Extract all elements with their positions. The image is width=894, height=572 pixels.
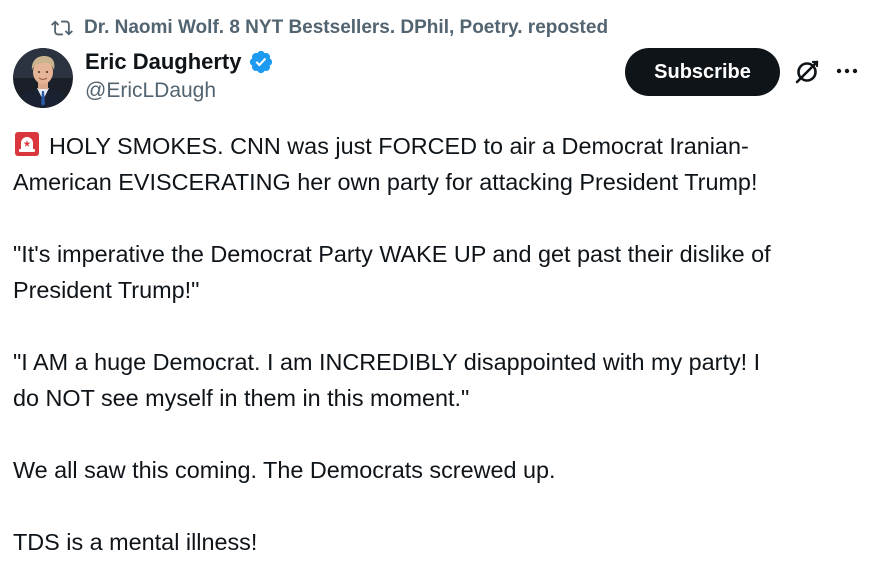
- tweet-line: do NOT see myself in them in this moment…: [13, 385, 470, 411]
- tweet-line: "I AM a huge Democrat. I am INCREDIBLY d…: [13, 349, 761, 375]
- tweet-paragraph-5: TDS is a mental illness!: [13, 529, 258, 555]
- tweet-line: American EVISCERATING her own party for …: [13, 169, 758, 195]
- subscribe-button[interactable]: Subscribe: [625, 48, 780, 96]
- tweet-paragraph-2: "It's imperative the Democrat Party WAKE…: [13, 236, 883, 308]
- tweet-line: HOLY SMOKES. CNN was just FORCED to air …: [49, 133, 749, 159]
- tweet-line: "It's imperative the Democrat Party WAKE…: [13, 241, 771, 267]
- author-block: Eric Daugherty @EricLDaugh: [85, 46, 274, 103]
- more-icon[interactable]: [834, 61, 860, 81]
- tweet-text: HOLY SMOKES. CNN was just FORCED to air …: [13, 128, 883, 560]
- author-name[interactable]: Eric Daugherty: [85, 49, 242, 75]
- verified-badge-icon[interactable]: [248, 49, 274, 75]
- siren-icon: [13, 130, 41, 158]
- repost-text: Dr. Naomi Wolf. 8 NYT Bestsellers. DPhil…: [84, 17, 609, 38]
- repost-indicator[interactable]: Dr. Naomi Wolf. 8 NYT Bestsellers. DPhil…: [50, 16, 608, 40]
- tweet-paragraph-1: HOLY SMOKES. CNN was just FORCED to air …: [13, 128, 883, 200]
- tweet-paragraph-3: "I AM a huge Democrat. I am INCREDIBLY d…: [13, 344, 883, 416]
- author-handle[interactable]: @EricLDaugh: [85, 79, 274, 103]
- grok-icon[interactable]: [793, 58, 821, 86]
- tweet-line: President Trump!": [13, 277, 200, 303]
- tweet-paragraph-4: We all saw this coming. The Democrats sc…: [13, 457, 556, 483]
- repost-icon: [50, 16, 74, 40]
- avatar[interactable]: [13, 48, 73, 108]
